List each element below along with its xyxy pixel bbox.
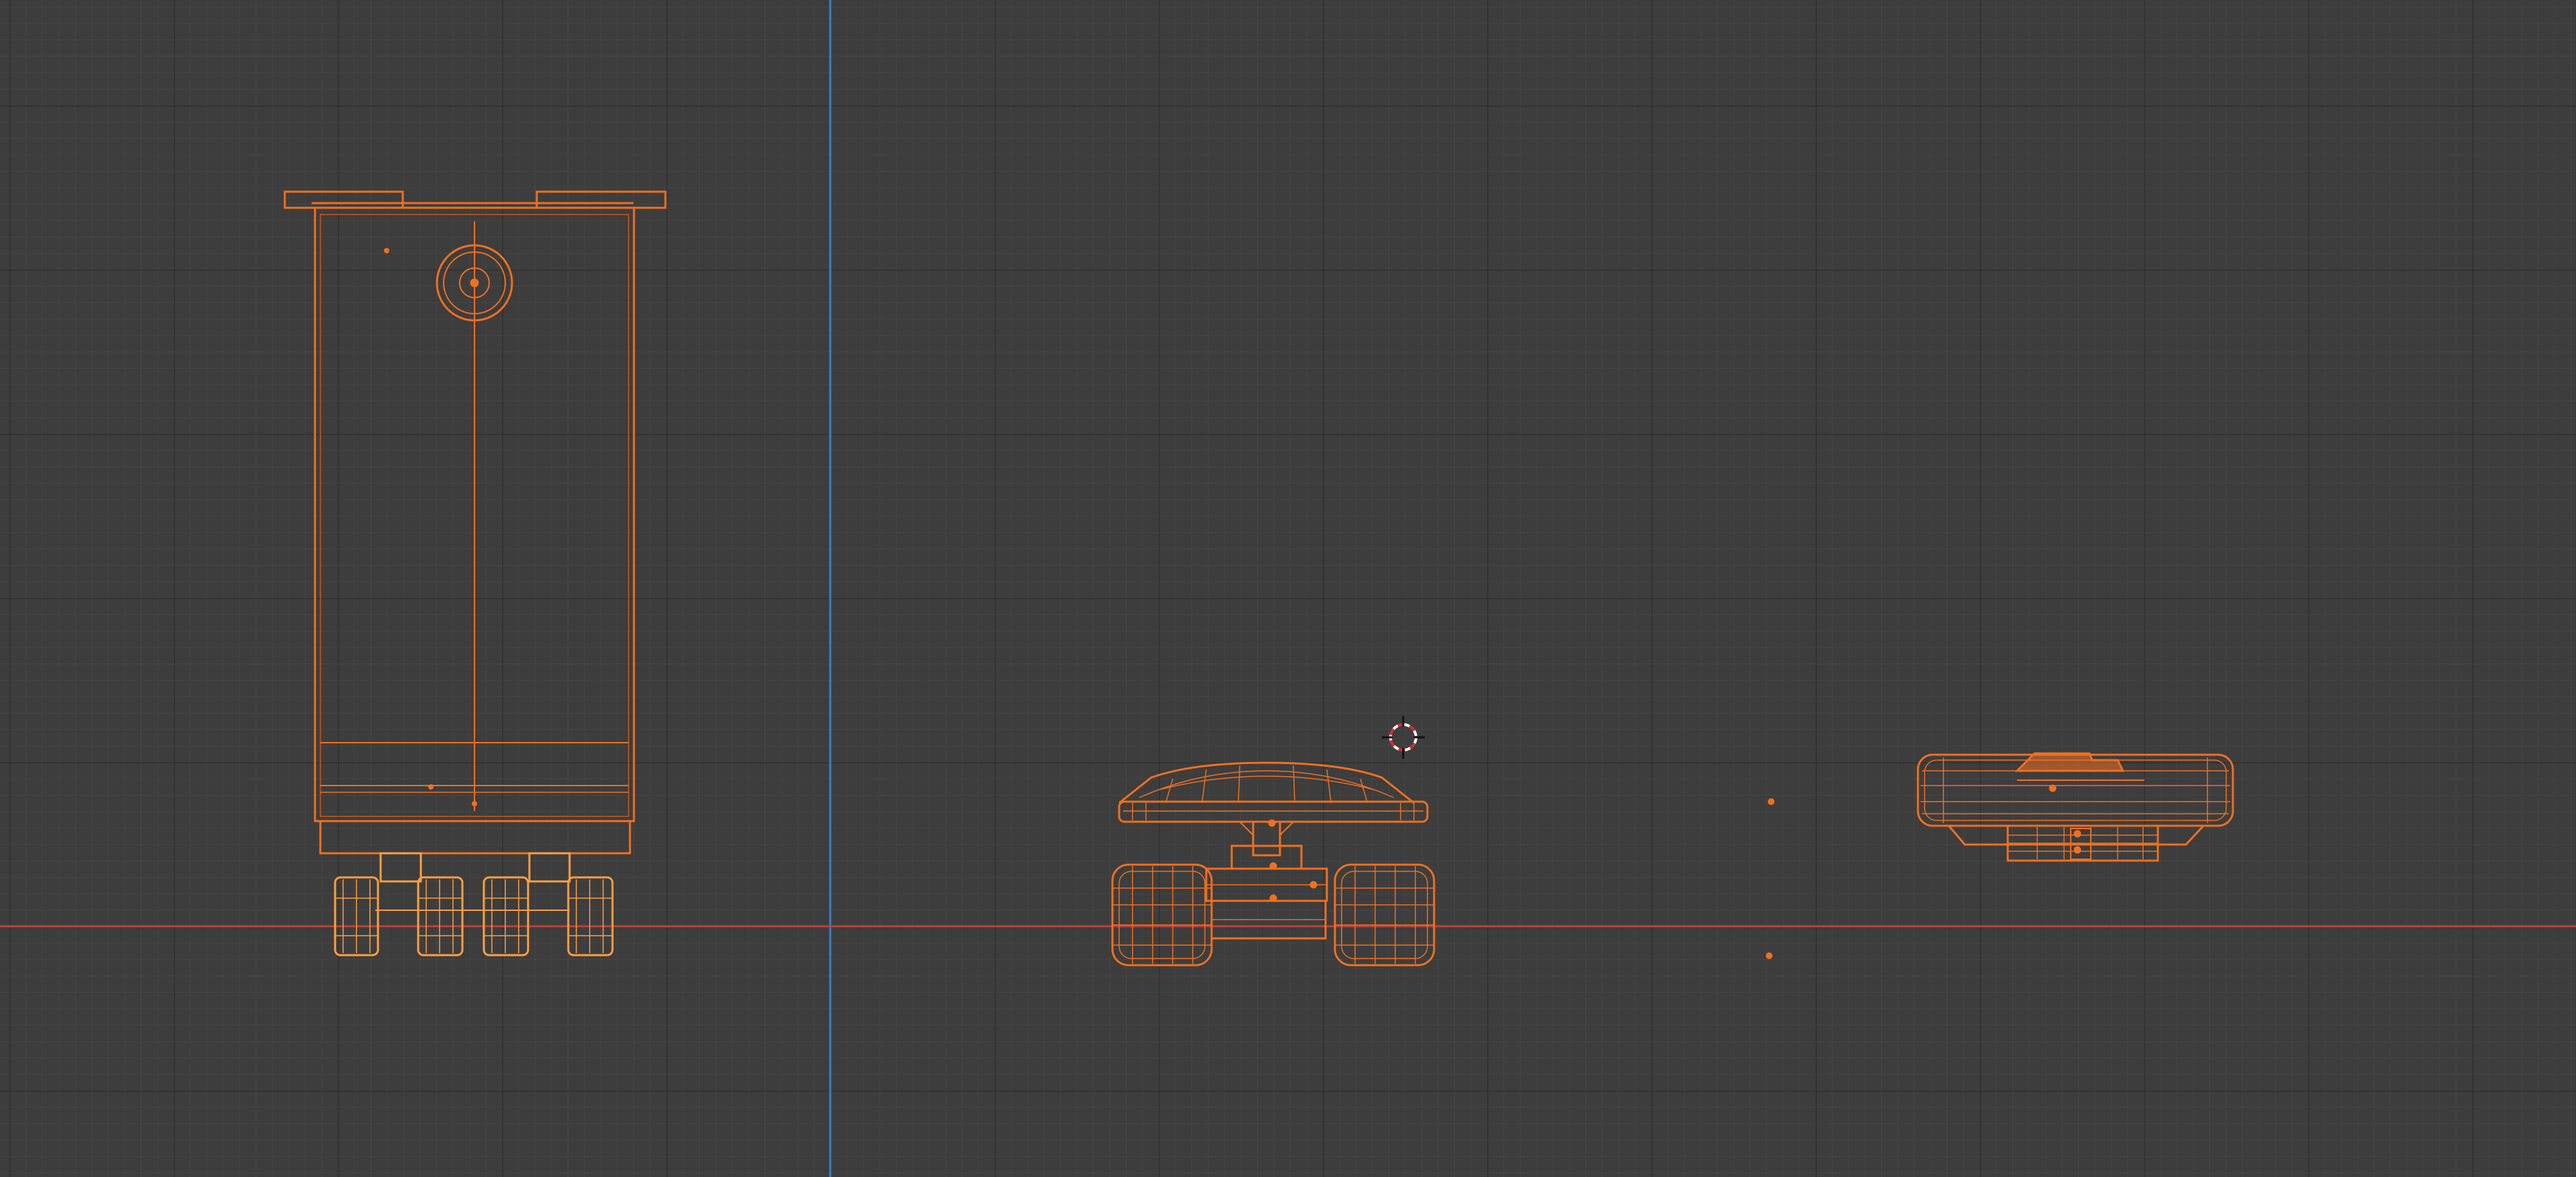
skateboard-side-view[interactable] — [283, 190, 667, 855]
origin-dot — [472, 801, 477, 806]
front-wheel-left — [1111, 863, 1213, 967]
origin-dot — [1768, 798, 1775, 805]
wheel-3 — [482, 876, 529, 956]
front-wheel-right — [1334, 863, 1435, 967]
deck-dome — [1118, 761, 1415, 804]
origin-dot — [428, 784, 434, 790]
board-base — [319, 820, 631, 855]
viewport-canvas[interactable] — [0, 0, 2576, 1177]
skateboard-front-view[interactable] — [1111, 761, 1435, 967]
mount-plate-right — [535, 190, 667, 209]
origin-dot — [1766, 952, 1773, 959]
wheel-2 — [417, 876, 464, 956]
truck-right — [528, 852, 571, 883]
knob-center — [470, 278, 479, 288]
front-truck-baseplate — [1230, 845, 1303, 870]
origin-dot — [384, 248, 389, 253]
side-trucks-and-wheels — [334, 852, 614, 956]
wheel-4 — [567, 876, 614, 956]
skateboard-deck-top[interactable] — [1917, 752, 2234, 862]
front-truck-stem — [1252, 820, 1281, 857]
3d-viewport[interactable] — [0, 0, 2576, 1177]
wheel-1 — [334, 876, 379, 956]
deck-slab — [1118, 800, 1429, 823]
mount-plate-left — [283, 190, 404, 209]
truck-left — [379, 852, 422, 883]
3d-cursor-icon[interactable] — [1382, 716, 1425, 759]
deck-top-block — [2014, 752, 2125, 772]
